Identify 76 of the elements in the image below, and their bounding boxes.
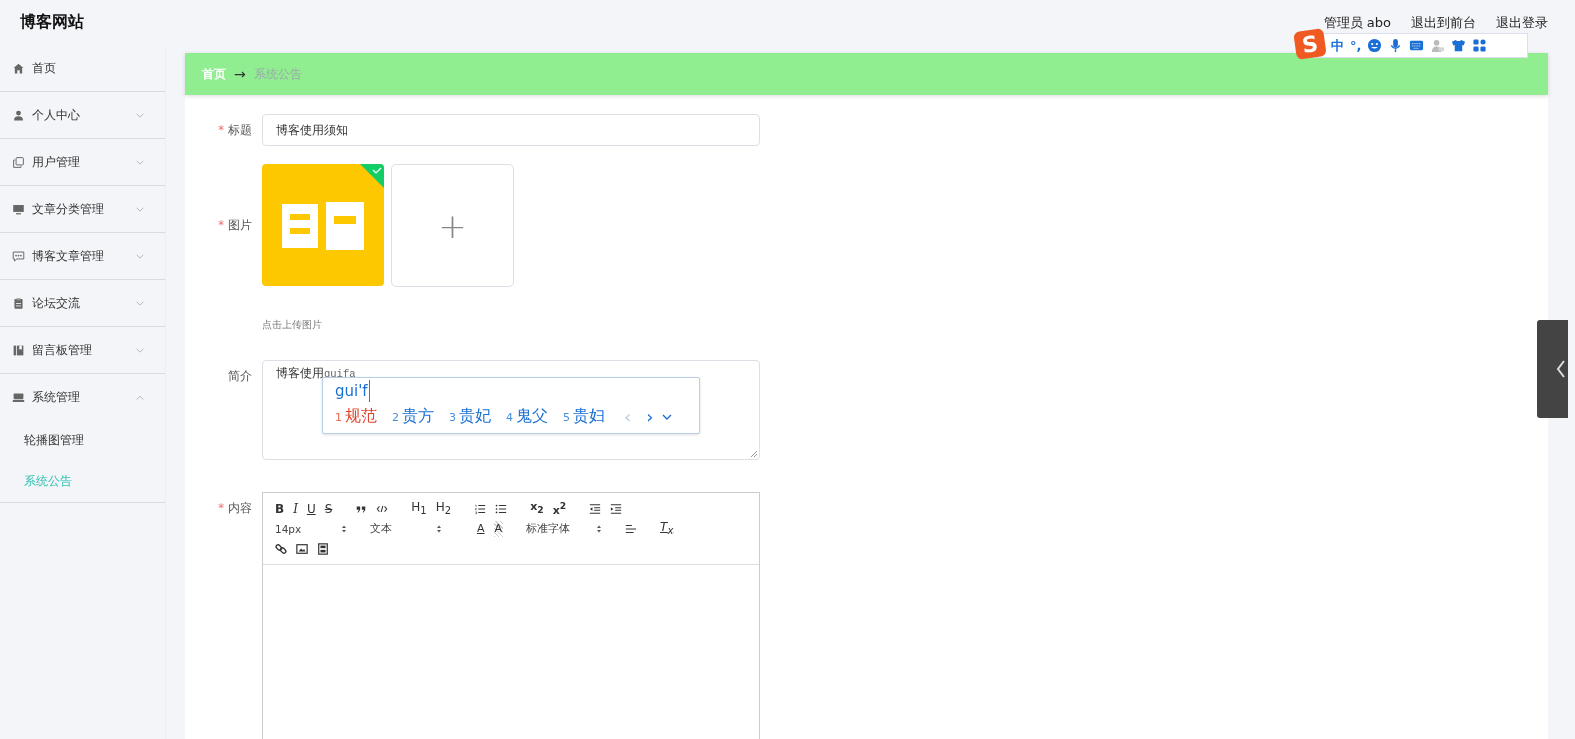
bold-button[interactable]: B [275,501,285,517]
upload-hint: 点击上传图片 [262,318,322,332]
quote-icon[interactable] [355,503,368,515]
shirt-icon[interactable] [1451,38,1467,53]
title-field[interactable]: 博客使用须知 [262,114,760,146]
menu-item[interactable]: 论坛交流 [0,280,165,326]
chat-icon [12,249,25,263]
server-icon [12,390,25,404]
up-down-arrows-icon [341,524,347,534]
font-color-button[interactable]: A [477,521,485,537]
chevron-left-icon [1556,359,1566,379]
image-icon[interactable] [296,543,308,555]
required-mark: * [218,123,224,137]
site-title: 博客网站 [20,12,84,33]
heading-1-button[interactable]: H$_{1}$ [411,498,427,520]
video-icon[interactable] [317,543,329,555]
subscript-button[interactable]: x$_{2}$ [530,499,544,519]
smiley-icon[interactable] [1367,38,1383,53]
candidate-word[interactable]: 4 鬼父 [506,406,548,427]
menu-item[interactable]: 系统管理 [0,374,165,420]
apps-icon[interactable] [1472,38,1488,53]
user-icon [12,108,25,122]
candidate-word[interactable]: 3 贵妃 [449,406,491,427]
align-left-icon[interactable] [625,523,638,535]
underline-button[interactable]: U [306,501,316,517]
clip-icon [12,296,25,310]
menu-item[interactable]: 文章分类管理 [0,186,165,232]
paragraph-select[interactable]: 文本 [370,522,442,536]
pinyin-input: gui'f [335,380,370,402]
submenu-item[interactable]: 轮播图管理 [0,420,165,461]
numbered-list-icon[interactable] [474,503,487,515]
ime-punctuation[interactable]: °, [1350,38,1362,53]
clear-format-button[interactable]: T$_{x}$ [660,518,674,540]
font-size-select[interactable]: 14px [275,523,347,535]
resize-handle-icon[interactable] [750,450,758,458]
required-mark: * [218,218,224,232]
copy-icon [12,155,25,169]
breadcrumb-current: 系统公告 [253,66,302,82]
menu-item[interactable]: 博客文章管理 [0,233,165,279]
book-icon [12,343,25,357]
link-icon[interactable] [275,543,287,555]
candidate-word[interactable]: 1 规范 [335,406,377,427]
menu-item[interactable]: 个人中心 [0,92,165,138]
strikethrough-button[interactable]: S [324,501,333,517]
side-drawer-handle[interactable] [1537,320,1568,418]
font-family-select[interactable]: 标准字体 [526,522,603,536]
menu-item[interactable]: 留言板管理 [0,327,165,373]
breadcrumb-separator: → [234,66,246,82]
menu-item[interactable]: 首页 [0,45,165,91]
next-page-button[interactable]: › [646,406,654,427]
indent-icon[interactable] [610,503,623,515]
menu-item[interactable]: 用户管理 [0,139,165,185]
field-label: 简介 [228,369,252,383]
candidate-word[interactable]: 5 贵妇 [563,406,605,427]
heading-2-button[interactable]: H$_{2}$ [435,498,452,520]
monitor-icon [12,202,25,216]
up-down-arrows-icon [436,524,442,534]
code-icon[interactable] [376,503,389,515]
ime-mode[interactable]: 中 [1331,36,1344,55]
up-down-arrows-icon [596,524,603,534]
field-label: 内容 [228,501,252,515]
bullet-list-icon[interactable] [495,503,508,515]
keyboard-icon[interactable] [1409,38,1425,53]
home-icon [12,61,25,75]
chevron-down-icon[interactable] [662,413,673,420]
header-link[interactable]: 退出登录 [1496,13,1548,32]
upload-button[interactable]: + [391,164,514,287]
superscript-button[interactable]: x$^{2}$ [552,498,567,520]
italic-button[interactable]: I [293,501,298,517]
background-color-button[interactable]: A [493,521,504,537]
required-mark: * [218,501,224,515]
field-label: 图片 [228,218,252,232]
header-link[interactable]: 退出到前台 [1411,13,1476,32]
field-label: 标题 [228,123,252,137]
outdent-icon[interactable] [589,503,602,515]
candidate-word[interactable]: 2 贵方 [392,406,434,427]
